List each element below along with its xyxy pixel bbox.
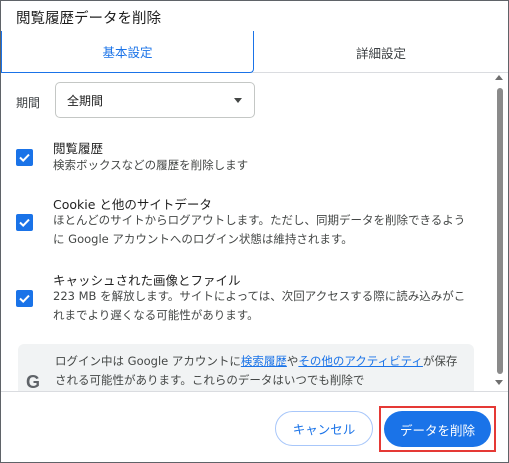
chevron-down-icon: [234, 98, 242, 103]
option-description: ほとんどのサイトからログアウトします。ただし、同期データを削除できるように Go…: [53, 213, 466, 246]
settings-content: 期間 全期間 閲覧履歴 検索ボックスなどの履歴を削除します Cookie と他の…: [1, 73, 491, 391]
scrollbar[interactable]: [491, 73, 508, 391]
scroll-down-arrow-icon[interactable]: [495, 380, 503, 385]
scroll-thumb[interactable]: [497, 88, 503, 374]
option-title: 閲覧履歴: [53, 141, 104, 156]
cancel-button[interactable]: キャンセル: [275, 411, 373, 446]
search-history-link[interactable]: 検索履歴: [241, 354, 287, 368]
tab-bar: 基本設定 詳細設定: [1, 31, 508, 73]
info-text-before: ログイン中は Google アカウントに: [55, 354, 241, 368]
other-activity-link[interactable]: その他のアクティビティ: [298, 354, 423, 368]
checkbox-browsing-history[interactable]: [16, 149, 33, 166]
checkmark-icon: [19, 218, 30, 228]
clear-browsing-data-dialog: 閲覧履歴データを削除 基本設定 詳細設定 期間 全期間 閲覧履歴 検索ボックスな…: [0, 0, 509, 463]
info-text-mid: や: [286, 354, 299, 368]
period-select[interactable]: 全期間: [55, 82, 255, 118]
period-label: 期間: [16, 96, 41, 110]
tab-advanced-settings[interactable]: 詳細設定: [254, 31, 508, 73]
tab-basic-settings[interactable]: 基本設定: [1, 31, 254, 73]
period-selected-value: 全期間: [67, 93, 104, 108]
delete-button-highlight: データを削除: [379, 406, 496, 452]
dialog-footer: キャンセル データを削除: [1, 391, 508, 462]
checkmark-icon: [19, 294, 30, 304]
dialog-title: 閲覧履歴データを削除: [16, 11, 161, 27]
delete-data-button[interactable]: データを削除: [384, 411, 491, 447]
option-description: 検索ボックスなどの履歴を削除します: [53, 158, 249, 172]
scroll-up-arrow-icon[interactable]: [495, 75, 503, 80]
account-info-text: ログイン中は Google アカウントに検索履歴やその他のアクティビティが保存さ…: [55, 352, 465, 390]
google-g-icon: G: [26, 372, 41, 391]
checkbox-cached-images[interactable]: [16, 290, 33, 307]
checkmark-icon: [19, 153, 30, 163]
checkbox-cookies[interactable]: [16, 214, 33, 231]
account-info-box: G ログイン中は Google アカウントに検索履歴やその他のアクティビティが保…: [18, 344, 474, 391]
option-description: 223 MB を解放します。サイトによっては、次回アクセスする際に読み込みがこれ…: [53, 289, 466, 322]
